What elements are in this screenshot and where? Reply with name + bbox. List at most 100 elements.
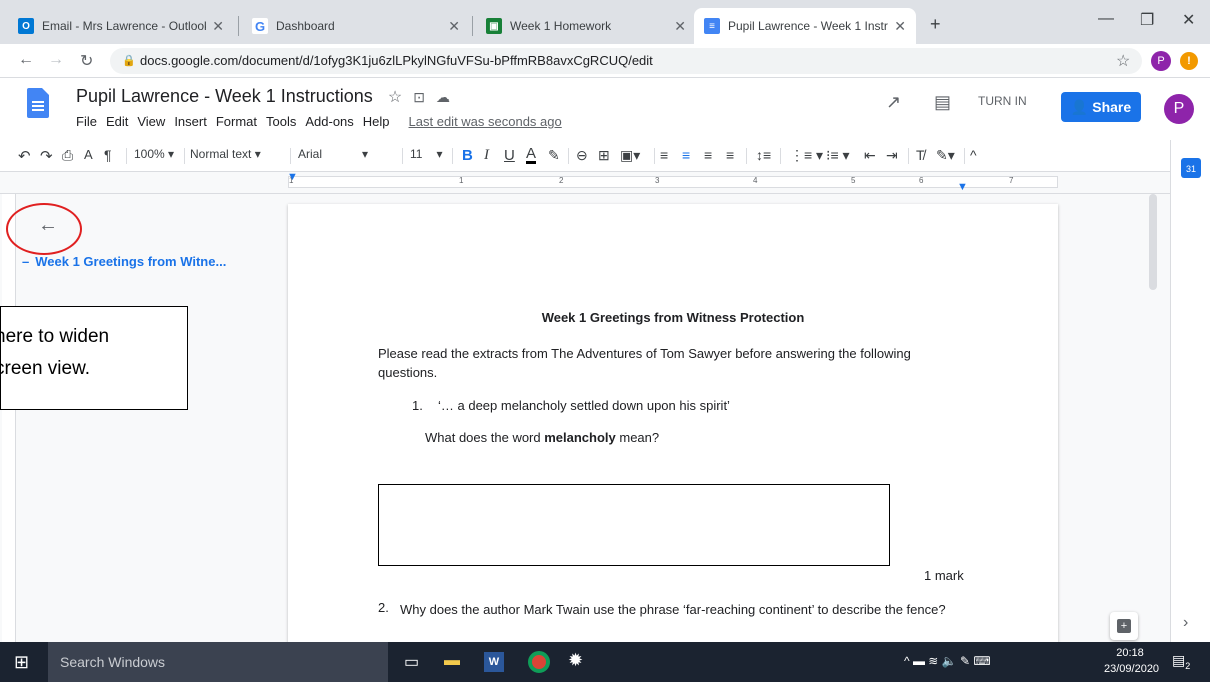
menu-insert[interactable]: Insert: [174, 114, 207, 129]
settings-gear-icon[interactable]: ✹: [568, 650, 583, 671]
new-tab-icon[interactable]: +: [930, 14, 941, 35]
editing-mode-icon[interactable]: ✎▾: [936, 147, 955, 164]
notification-icon[interactable]: ▤2: [1172, 652, 1190, 671]
user-avatar[interactable]: P: [1164, 94, 1194, 124]
task-view-icon[interactable]: ▭: [404, 652, 419, 672]
explore-button[interactable]: +: [1110, 612, 1138, 640]
word-icon[interactable]: W: [484, 652, 504, 672]
menu-format[interactable]: Format: [216, 114, 257, 129]
cloud-status-icon: ☁: [435, 89, 450, 105]
spellcheck-icon[interactable]: A: [84, 147, 93, 162]
menu-view[interactable]: View: [137, 114, 165, 129]
restore-icon[interactable]: ❐: [1140, 10, 1154, 30]
text-color-button[interactable]: A: [526, 146, 537, 164]
expand-panel-icon[interactable]: ›: [1183, 614, 1188, 632]
bookmark-star-icon[interactable]: ☆: [1116, 51, 1130, 71]
windows-taskbar: ⊞ Search Windows ▭ ▬ W ✹ ^ ▬ ≋ 🔈 ✎ ⌨ 20:…: [0, 642, 1210, 682]
move-folder-icon[interactable]: ⊡: [413, 89, 425, 105]
chrome-icon[interactable]: [528, 651, 550, 673]
collapse-toolbar-icon[interactable]: ^: [970, 147, 977, 163]
outline-item[interactable]: – Week 1 Greetings from Witne...: [22, 254, 226, 269]
close-tab-icon[interactable]: ✕: [894, 18, 906, 35]
menu-help[interactable]: Help: [363, 114, 390, 129]
close-window-icon[interactable]: ✕: [1182, 10, 1195, 30]
formatting-toolbar: ↶ ↷ ⎙ A ¶ 100% ▾ Normal text ▾ Arial ▾ 11…: [0, 140, 1210, 172]
align-justify-icon[interactable]: ≡: [726, 147, 734, 163]
print-icon[interactable]: ⎙: [62, 147, 73, 164]
tab-dashboard[interactable]: G Dashboard ✕: [242, 8, 470, 44]
vertical-ruler: [2, 194, 16, 642]
tab-week1-homework[interactable]: ▣ Week 1 Homework ✕: [476, 8, 696, 44]
menu-addons[interactable]: Add-ons: [305, 114, 353, 129]
classroom-icon: ▣: [486, 18, 502, 34]
windows-search-box[interactable]: Search Windows: [48, 642, 388, 682]
menu-file[interactable]: File: [76, 114, 97, 129]
line-spacing-icon[interactable]: ↕≡: [756, 147, 771, 163]
insert-image-icon[interactable]: ▣▾: [620, 147, 640, 164]
highlight-icon[interactable]: ✎: [548, 147, 560, 164]
increase-indent-icon[interactable]: ⇥: [886, 147, 898, 164]
close-tab-icon[interactable]: ✕: [674, 18, 686, 35]
answer-box-1[interactable]: [378, 484, 890, 566]
tab-outlook[interactable]: O Email - Mrs Lawrence - Outlook ✕: [8, 8, 234, 44]
tab-strip: O Email - Mrs Lawrence - Outlook ✕ G Das…: [0, 0, 1210, 44]
horizontal-ruler: 1 ▼ 1 2 3 4 5 6 ▼ 7: [0, 171, 1170, 194]
menu-edit[interactable]: Edit: [106, 114, 128, 129]
last-edit-link[interactable]: Last edit was seconds ago: [409, 114, 562, 129]
redo-icon[interactable]: ↷: [40, 147, 53, 165]
menu-tools[interactable]: Tools: [266, 114, 296, 129]
activity-trend-icon[interactable]: ↗: [886, 92, 901, 113]
explore-icon: +: [1117, 619, 1131, 633]
question-1-quote: ‘… a deep melancholy settled down upon h…: [438, 398, 730, 413]
undo-icon[interactable]: ↶: [18, 147, 31, 165]
profile-avatar[interactable]: P: [1151, 51, 1171, 71]
file-explorer-icon[interactable]: ▬: [444, 652, 460, 670]
tab-pupil-lawrence[interactable]: ≡ Pupil Lawrence - Week 1 Instructi ✕: [694, 8, 916, 44]
left-indent-marker[interactable]: ▼: [287, 171, 298, 183]
windows-start-icon[interactable]: ⊞: [14, 652, 29, 673]
bold-button[interactable]: B: [462, 147, 473, 164]
back-icon[interactable]: ←: [18, 51, 34, 69]
instruction-callout: here to widen creen view.: [0, 306, 188, 410]
italic-button[interactable]: I: [484, 147, 489, 164]
docs-logo-icon[interactable]: [27, 88, 49, 118]
update-alert-icon[interactable]: !: [1180, 52, 1198, 70]
star-icon[interactable]: ☆: [388, 89, 402, 106]
style-select[interactable]: Normal text ▾: [190, 147, 261, 161]
paint-format-icon[interactable]: ¶: [104, 147, 112, 163]
align-right-icon[interactable]: ≡: [704, 147, 712, 163]
turn-in-button[interactable]: TURN IN: [978, 94, 1027, 108]
link-icon[interactable]: ⊖: [576, 147, 588, 164]
bulleted-list-icon[interactable]: ⁝≡ ▾: [826, 147, 850, 164]
close-tab-icon[interactable]: ✕: [212, 18, 224, 35]
share-button[interactable]: 👤 Share: [1061, 92, 1141, 122]
outlook-icon: O: [18, 18, 34, 34]
add-comment-icon[interactable]: ⊞: [598, 147, 610, 164]
numbered-list-icon[interactable]: ⋮≡ ▾: [790, 147, 823, 164]
right-indent-marker[interactable]: ▼: [957, 181, 968, 193]
reload-icon[interactable]: ↻: [80, 51, 93, 71]
align-left-icon[interactable]: ≡: [660, 147, 668, 163]
calendar-icon[interactable]: 31: [1181, 158, 1201, 178]
underline-button[interactable]: U: [504, 147, 515, 164]
side-panel: 31 ›: [1170, 140, 1210, 642]
system-tray-icons[interactable]: ^ ▬ ≋ 🔈 ✎ ⌨: [904, 654, 991, 668]
document-canvas: ← – Week 1 Greetings from Witne... Week 1…: [0, 194, 1170, 642]
comments-icon[interactable]: ▤: [934, 92, 951, 113]
vertical-scrollbar[interactable]: [1148, 194, 1158, 642]
align-center-icon[interactable]: ≡: [682, 147, 690, 163]
url-input[interactable]: 🔒 docs.google.com/document/d/1ofyg3K1ju6…: [110, 48, 1142, 74]
minimize-icon[interactable]: —: [1098, 10, 1114, 28]
font-select[interactable]: Arial ▾: [298, 147, 368, 161]
document-title[interactable]: Pupil Lawrence - Week 1 Instructions ☆ ⊡…: [76, 86, 450, 107]
intro-paragraph: Please read the extracts from The Advent…: [378, 346, 911, 380]
forward-icon[interactable]: →: [48, 51, 64, 69]
clock[interactable]: 20:18 23/09/2020: [1104, 645, 1159, 677]
document-page[interactable]: Week 1 Greetings from Witness Protection…: [288, 204, 1058, 642]
people-icon: 👤: [1070, 98, 1089, 115]
clear-formatting-icon[interactable]: T̸: [916, 147, 925, 163]
decrease-indent-icon[interactable]: ⇤: [864, 147, 876, 164]
zoom-select[interactable]: 100% ▾: [134, 147, 174, 161]
font-size-select[interactable]: 11 ▾: [410, 147, 443, 161]
close-tab-icon[interactable]: ✕: [448, 18, 460, 35]
